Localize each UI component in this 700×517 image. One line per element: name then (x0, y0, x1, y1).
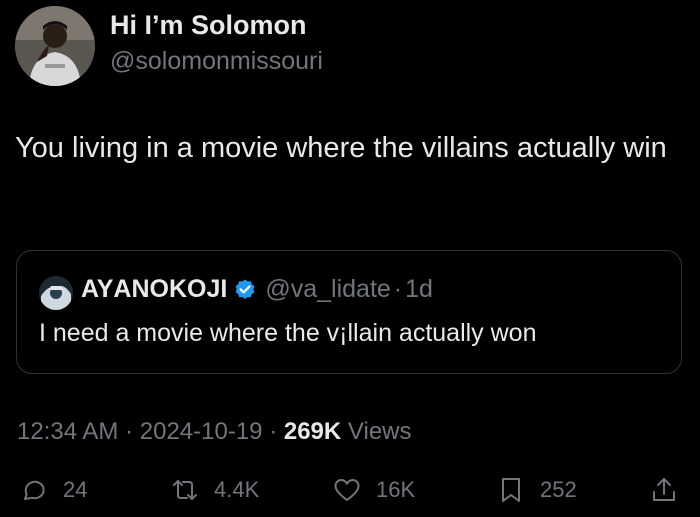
tweet-text: You living in a movie where the villains… (15, 132, 667, 164)
author-display-name[interactable]: Hi I’m Solomon (110, 10, 307, 41)
bookmark-button[interactable]: 252 (496, 475, 577, 505)
share-icon (653, 478, 675, 501)
action-bar: 24 4.4K 16K 252 (0, 470, 700, 514)
quoted-author-avatar[interactable] (39, 276, 73, 310)
avatar-image (15, 6, 95, 86)
verified-badge-icon (235, 279, 255, 299)
bookmark-icon (502, 478, 520, 502)
quoted-tweet-text: I need a movie where the v¡llain actuall… (39, 319, 537, 347)
tweet-meta: 12:34 AM · 2024-10-19 · 269K Views (17, 418, 412, 446)
tweet: Hi I’m Solomon @solomonmissouri You livi… (0, 0, 700, 517)
views-count: 269K (283, 418, 342, 445)
like-count: 16K (376, 477, 416, 502)
quoted-tweet-time[interactable]: 1d (405, 275, 433, 304)
author-handle[interactable]: @solomonmissouri (110, 47, 323, 76)
reply-button[interactable]: 24 (19, 475, 87, 505)
reply-count: 24 (63, 477, 88, 502)
retweet-count: 4.4K (214, 477, 260, 502)
retweet-button[interactable]: 4.4K (170, 475, 259, 505)
quoted-tweet-card[interactable]: AYΑNOKOJI @va_lidate · 1d I need a movie… (16, 250, 682, 374)
heart-icon (334, 479, 360, 501)
separator-dot: · (125, 418, 134, 445)
quoted-avatar-image (39, 276, 73, 310)
share-button[interactable] (649, 475, 679, 505)
tweet-time[interactable]: 12:34 AM (17, 418, 118, 445)
separator-dot: · (269, 418, 278, 445)
quoted-author-name[interactable]: AYΑNOKOJI (81, 275, 227, 304)
bookmark-count: 252 (540, 477, 577, 502)
like-button[interactable]: 16K (332, 475, 415, 505)
quoted-tweet-header: AYΑNOKOJI @va_lidate · 1d (81, 275, 433, 304)
reply-icon (24, 480, 45, 500)
author-avatar[interactable] (15, 6, 95, 86)
views-label: Views (347, 418, 412, 445)
separator-dot: · (393, 275, 403, 303)
quoted-author-handle[interactable]: @va_lidate (265, 275, 390, 304)
retweet-icon (173, 480, 197, 500)
tweet-date[interactable]: 2024-10-19 (140, 418, 263, 445)
